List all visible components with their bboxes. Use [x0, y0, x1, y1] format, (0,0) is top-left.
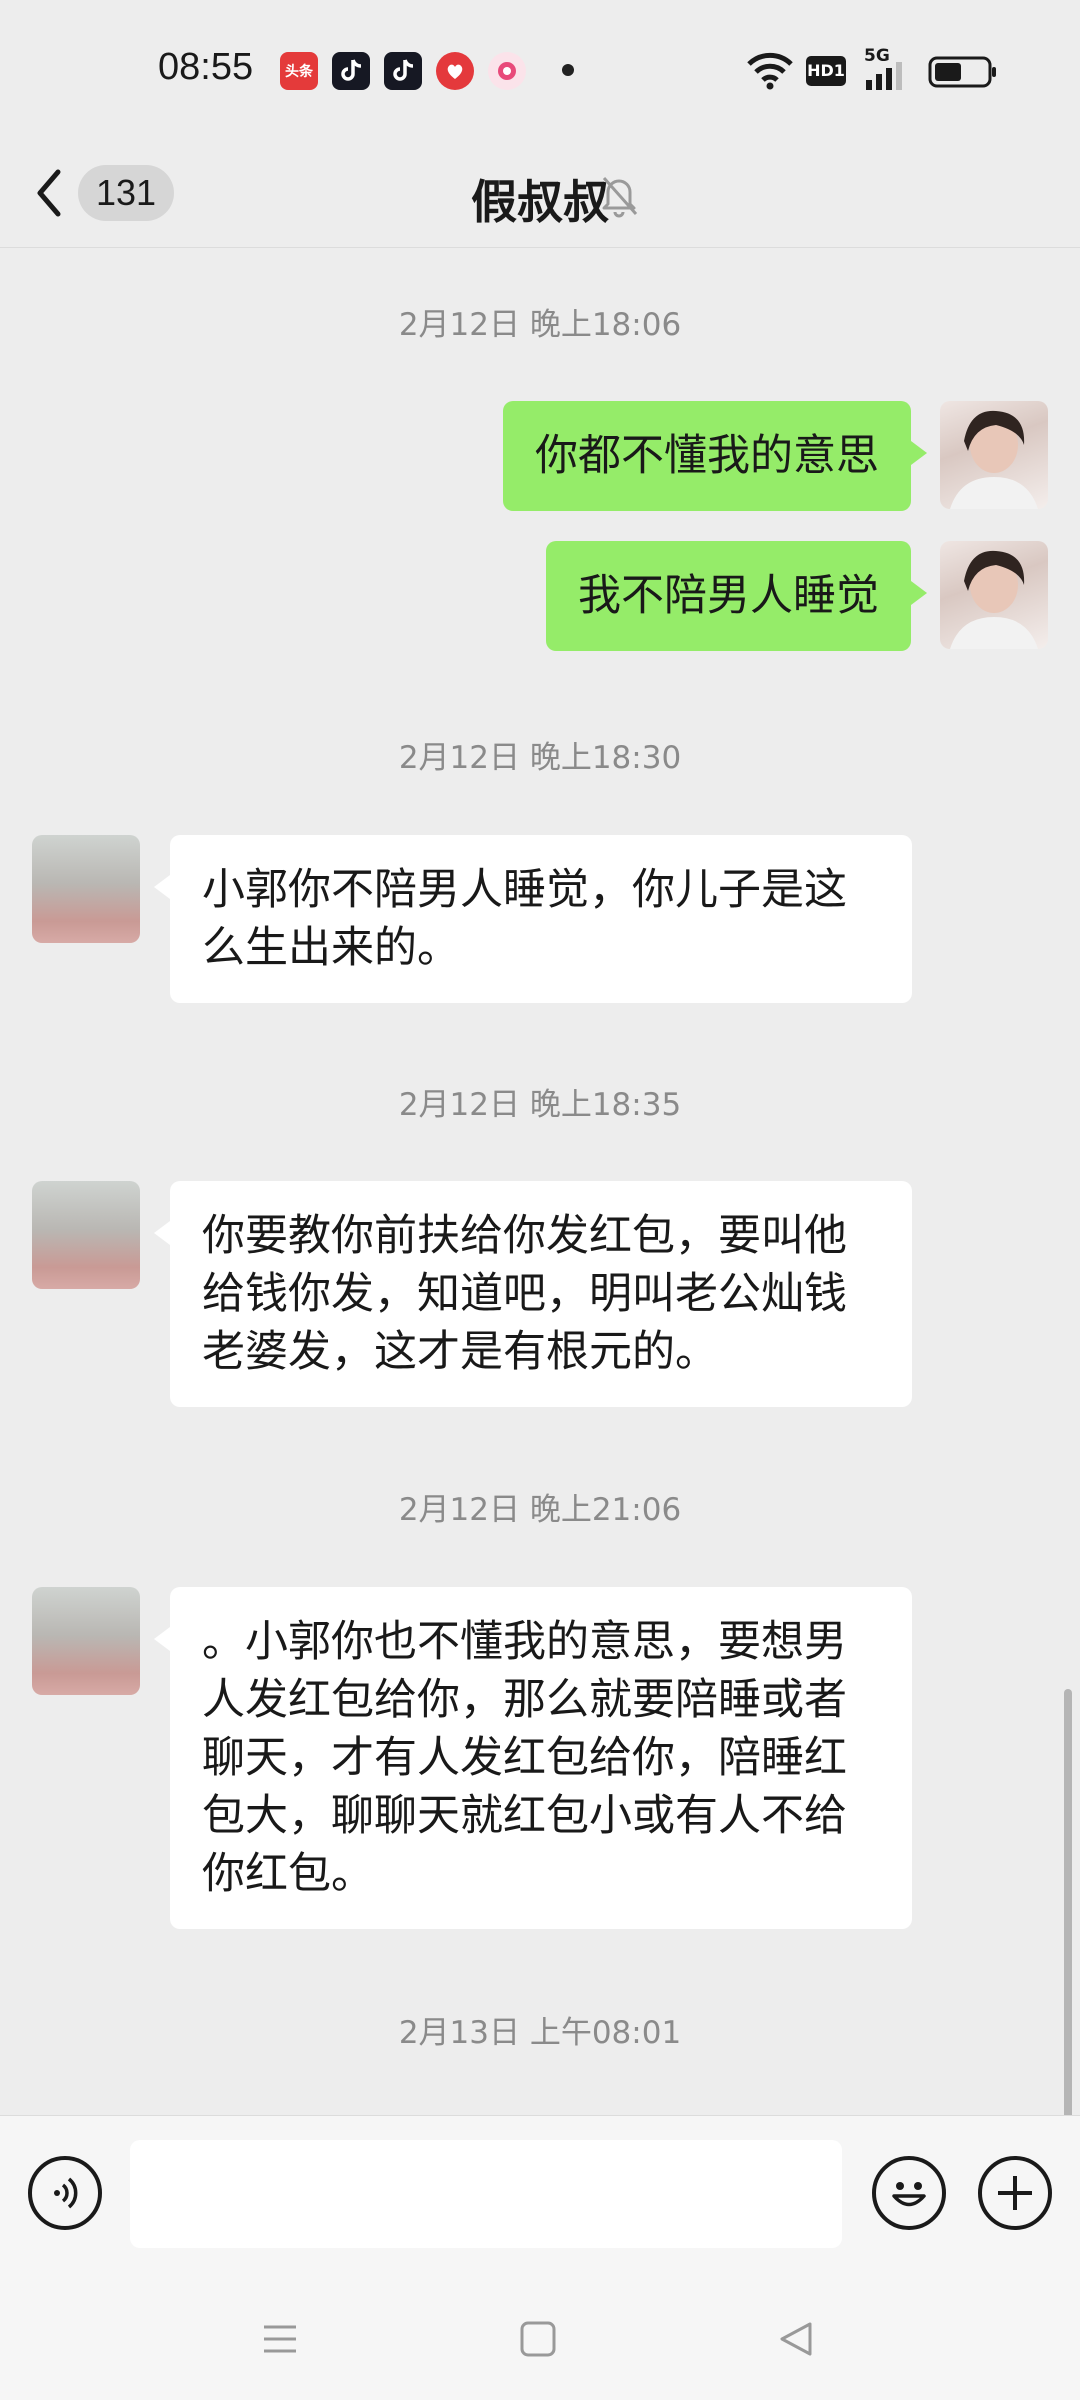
message-text-line: 。小郭你也不懂我的意思，要想男: [202, 1617, 847, 1667]
chat-header: 131 假叔叔: [0, 140, 1080, 248]
menu-nav-button[interactable]: [250, 2309, 310, 2369]
emoji-button[interactable]: [872, 2156, 946, 2230]
signal-icon: [866, 62, 902, 90]
red-circle-app-icon: [436, 52, 474, 90]
message-timestamp: 2月12日 晚上18:30: [398, 740, 682, 776]
message-timestamp: 2月12日 晚上18:06: [398, 307, 682, 343]
message-text-line: 给钱你发，知道吧，明叫老公灿钱: [202, 1269, 847, 1319]
message-text-line: 么生出来的。: [202, 923, 460, 973]
toutiao-app-label: 头条: [285, 64, 313, 80]
wifi-icon: [747, 52, 793, 90]
pink-app-icon: [488, 52, 526, 90]
hd-icon: HD1: [806, 56, 846, 86]
message-text-line: 人发红包给你，那么就要陪睡或者: [202, 1675, 847, 1725]
message-bubble-received[interactable]: 。小郭你也不懂我的意思，要想男 人发红包给你，那么就要陪睡或者 聊天，才有人发红…: [154, 1587, 912, 1929]
message-timestamp: 2月13日 上午08:01: [398, 2015, 682, 2051]
contact-avatar[interactable]: [32, 835, 140, 943]
status-time: 08:55: [158, 46, 254, 88]
message-input[interactable]: [130, 2140, 842, 2248]
message-bubble-sent[interactable]: 我不陪男人睡觉: [546, 541, 927, 651]
battery-icon: [928, 56, 996, 88]
message-bubble-received[interactable]: 你要教你前扶给你发红包，要叫他 给钱你发，知道吧，明叫老公灿钱 老婆发，这才是有…: [154, 1181, 912, 1407]
back-triangle-icon: [780, 2322, 812, 2356]
chat-title: 假叔叔: [471, 175, 609, 229]
emoji-icon: [892, 2182, 926, 2207]
status-bar: 08:55 头条 HD1 5G: [0, 0, 1080, 140]
message-timestamp: 2月12日 晚上18:35: [398, 1087, 682, 1123]
notification-dot-icon: [562, 64, 574, 76]
home-square-icon: [520, 2321, 556, 2357]
input-bar: [0, 2115, 1080, 2275]
system-nav-bar: [0, 2275, 1080, 2400]
message-text-line: 小郭你不陪男人睡觉，你儿子是这: [202, 865, 847, 915]
scrollbar[interactable]: [1064, 1689, 1072, 2115]
message-list[interactable]: 2月12日 晚上18:06 你都不懂我的意思 我不陪男人睡觉 2月12日 晚上1…: [0, 249, 1080, 2115]
message-bubble-received[interactable]: 小郭你不陪男人睡觉，你儿子是这 么生出来的。: [154, 835, 912, 1003]
my-avatar[interactable]: [940, 541, 1048, 649]
voice-icon: [54, 2177, 78, 2209]
home-nav-button[interactable]: [508, 2309, 568, 2369]
voice-button[interactable]: [28, 2156, 102, 2230]
douyin-lite-app-icon: [332, 52, 370, 90]
message-text: 我不陪男人睡觉: [578, 571, 879, 621]
message-text-line: 包大，聊聊天就红包小或有人不给: [202, 1791, 847, 1841]
more-button[interactable]: [978, 2156, 1052, 2230]
toutiao-app-icon: 头条: [280, 52, 318, 90]
my-avatar[interactable]: [940, 401, 1048, 509]
mute-bell-icon: [602, 177, 638, 218]
douyin-app-icon: [384, 52, 422, 90]
plus-icon: [998, 2176, 1032, 2210]
contact-avatar[interactable]: [32, 1181, 140, 1289]
message-text-line: 老婆发，这才是有根元的。: [202, 1327, 718, 1377]
message-text: 你都不懂我的意思: [535, 431, 879, 481]
back-nav-button[interactable]: [766, 2309, 826, 2369]
message-text-line: 聊天，才有人发红包给你，陪睡红: [202, 1733, 847, 1783]
message-timestamp: 2月12日 晚上21:06: [398, 1492, 682, 1528]
message-text-line: 你要教你前扶给你发红包，要叫他: [202, 1211, 847, 1261]
message-bubble-sent[interactable]: 你都不懂我的意思: [503, 401, 927, 511]
menu-icon: [264, 2325, 296, 2353]
message-text-line: 你红包。: [202, 1849, 374, 1899]
contact-avatar[interactable]: [32, 1587, 140, 1695]
